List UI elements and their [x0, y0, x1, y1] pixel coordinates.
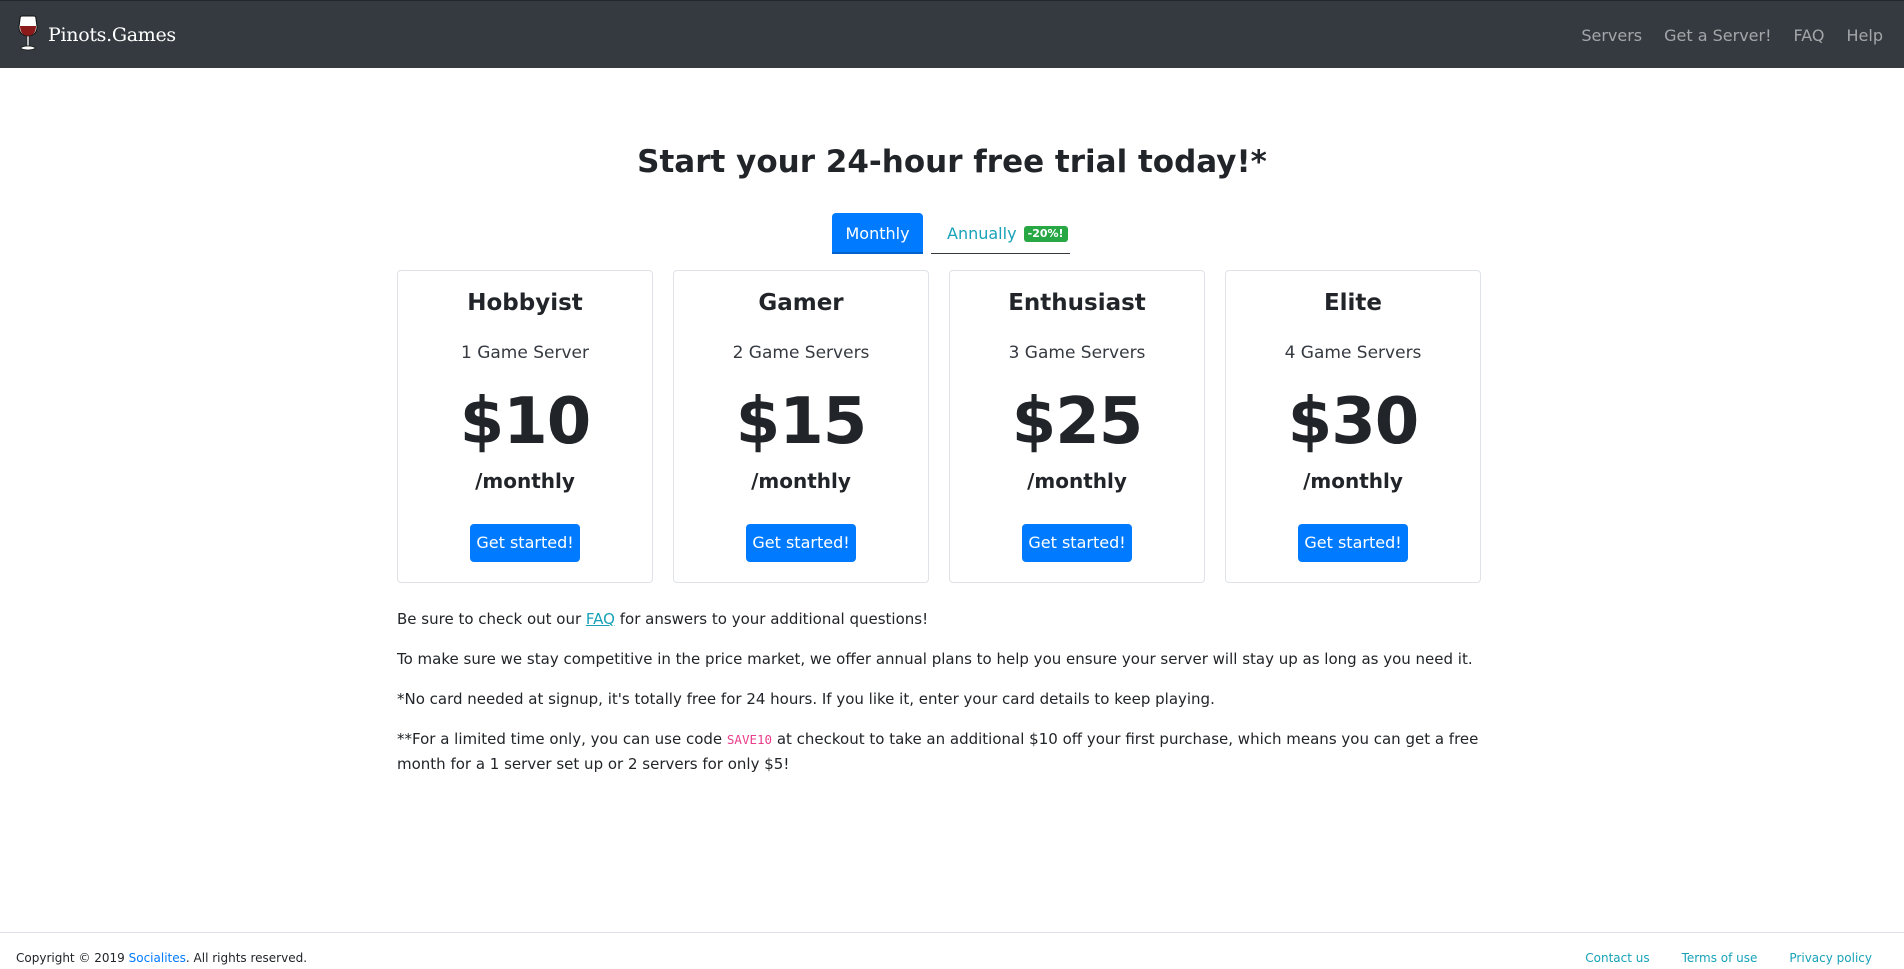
nav-link-faq[interactable]: FAQ	[1783, 26, 1836, 45]
privacy-policy-link[interactable]: Privacy policy	[1789, 951, 1872, 965]
plan-card-hobbyist: Hobbyist 1 Game Server $10 /monthly Get …	[397, 270, 653, 583]
wine-glass-icon	[16, 13, 44, 57]
plan-period: /monthly	[1027, 469, 1127, 493]
nav-link-servers[interactable]: Servers	[1570, 26, 1653, 45]
plan-servers: 4 Game Servers	[1284, 343, 1422, 363]
get-started-button[interactable]: Get started!	[746, 524, 856, 562]
brand-name: Pinots.Games	[48, 24, 176, 46]
terms-of-use-link[interactable]: Terms of use	[1682, 951, 1758, 965]
nav-link-help[interactable]: Help	[1836, 26, 1894, 45]
faq-note-suffix: for answers to your additional questions…	[614, 610, 929, 628]
plan-name: Hobbyist	[467, 290, 583, 316]
discount-badge: -20%!	[1023, 226, 1068, 242]
nav-link-get-a-server[interactable]: Get a Server!	[1653, 26, 1782, 45]
plan-name: Elite	[1323, 290, 1383, 316]
annual-plan-note: To make sure we stay competitive in the …	[397, 650, 1473, 668]
company-link[interactable]: Socialites	[129, 951, 186, 965]
pricing-cards: Hobbyist 1 Game Server $10 /monthly Get …	[397, 270, 1481, 583]
copyright-suffix: . All rights reserved.	[185, 951, 308, 965]
brand-link[interactable]: Pinots.Games	[16, 15, 176, 55]
plan-servers: 2 Game Servers	[732, 343, 870, 363]
promo-note: **For a limited time only, you can use c…	[397, 727, 1507, 776]
promo-code: SAVE10	[726, 732, 773, 747]
page-title: Start your 24-hour free trial today!*	[637, 144, 1267, 180]
navbar: Pinots.Games Servers Get a Server! FAQ H…	[0, 0, 1904, 68]
get-started-button[interactable]: Get started!	[1298, 524, 1408, 562]
faq-link[interactable]: FAQ	[586, 610, 615, 628]
no-card-note: *No card needed at signup, it's totally …	[397, 690, 1215, 708]
plan-servers: 3 Game Servers	[1008, 343, 1146, 363]
nav-links: Servers Get a Server! FAQ Help	[1570, 1, 1894, 69]
faq-note-prefix: Be sure to check out our	[397, 610, 586, 628]
plan-card-gamer: Gamer 2 Game Servers $15 /monthly Get st…	[673, 270, 929, 583]
get-started-button[interactable]: Get started!	[470, 524, 580, 562]
plan-name: Gamer	[758, 290, 844, 316]
plan-card-enthusiast: Enthusiast 3 Game Servers $25 /monthly G…	[949, 270, 1205, 583]
monthly-tab[interactable]: Monthly	[832, 213, 923, 254]
annually-tab-label: Annually	[947, 224, 1017, 243]
plan-price: $25	[1011, 385, 1144, 459]
info-notes: Be sure to check out our FAQ for answers…	[397, 607, 1507, 792]
plan-period: /monthly	[475, 469, 575, 493]
plan-period: /monthly	[751, 469, 851, 493]
footer: Copyright © 2019 Socialites. All rights …	[0, 932, 1904, 969]
plan-price: $10	[459, 385, 592, 459]
get-started-button[interactable]: Get started!	[1022, 524, 1132, 562]
faq-note: Be sure to check out our FAQ for answers…	[397, 607, 1507, 631]
plan-price: $30	[1287, 385, 1420, 459]
footer-links: Contact us Terms of use Privacy policy	[1553, 951, 1872, 965]
annually-tab[interactable]: Annually -20%!	[931, 213, 1070, 254]
plan-servers: 1 Game Server	[461, 343, 589, 363]
billing-toggle: Monthly Annually -20%!	[832, 213, 1070, 254]
promo-note-prefix: **For a limited time only, you can use c…	[397, 730, 727, 748]
plan-price: $15	[735, 385, 868, 459]
copyright-text: Copyright © 2019 Socialites. All rights …	[16, 951, 307, 965]
plan-card-elite: Elite 4 Game Servers $30 /monthly Get st…	[1225, 270, 1481, 583]
plan-name: Enthusiast	[1008, 290, 1146, 316]
plan-period: /monthly	[1303, 469, 1403, 493]
copyright-prefix: Copyright © 2019	[16, 951, 129, 965]
contact-us-link[interactable]: Contact us	[1585, 951, 1649, 965]
